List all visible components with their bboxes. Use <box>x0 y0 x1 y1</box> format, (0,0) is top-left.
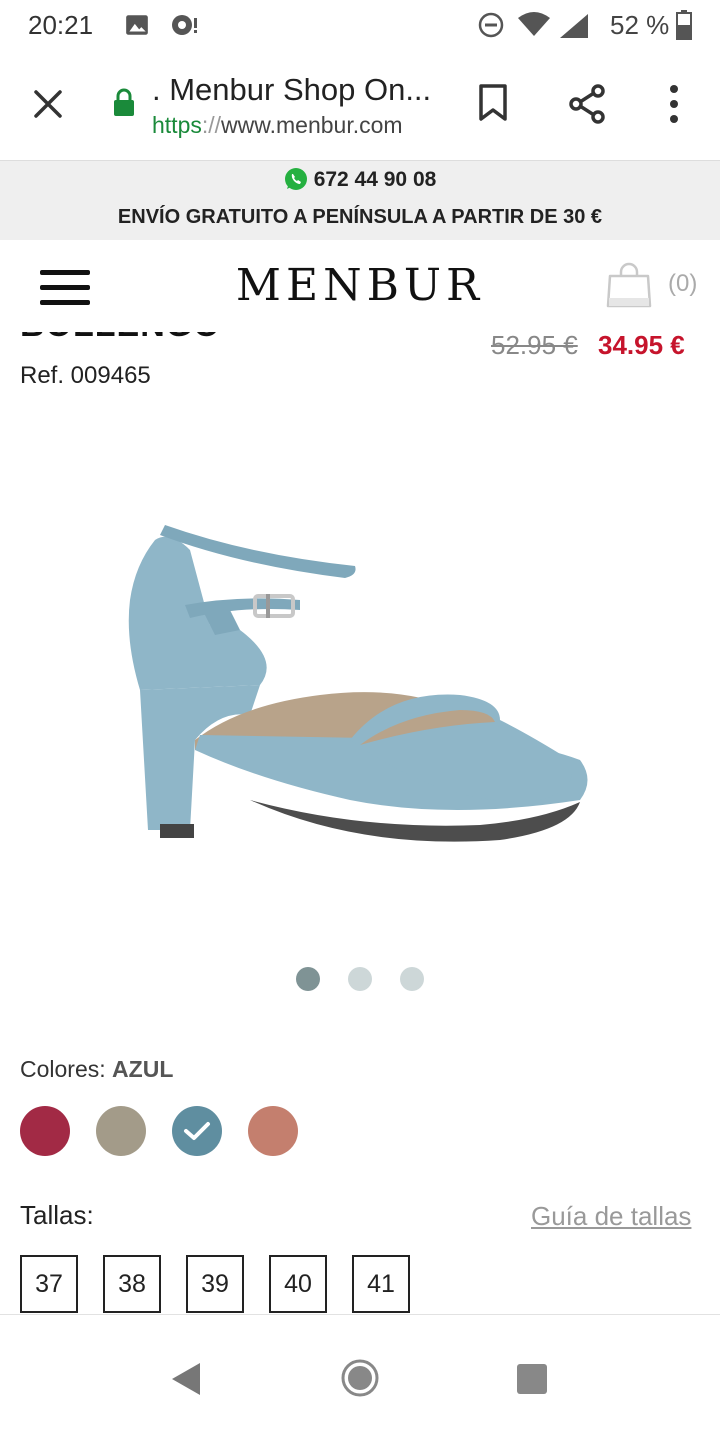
color-swatch[interactable] <box>172 1106 222 1156</box>
podcast-icon <box>172 15 197 35</box>
old-price: 52.95 € <box>491 330 578 360</box>
gallery-dot[interactable] <box>296 967 320 991</box>
url-separator: :// <box>201 112 222 138</box>
colors-label-text: Colores: <box>20 1056 106 1082</box>
product-image[interactable] <box>100 510 600 860</box>
image-icon <box>126 15 148 35</box>
phone-number: 672 44 90 08 <box>313 168 437 191</box>
battery-icon <box>676 10 692 40</box>
close-icon[interactable] <box>32 88 64 120</box>
selected-color: AZUL <box>112 1056 174 1082</box>
size-guide-link[interactable]: Guía de tallas <box>531 1201 691 1232</box>
more-vert-icon[interactable] <box>668 84 680 124</box>
color-swatch[interactable] <box>20 1106 70 1156</box>
color-swatch[interactable] <box>248 1106 298 1156</box>
check-icon <box>184 1122 210 1140</box>
shopping-bag-icon[interactable] <box>606 262 652 308</box>
browser-toolbar: . Menbur Shop On... https://www.menbur.c… <box>0 50 720 161</box>
colors-label: Colores: AZUL <box>20 1056 173 1083</box>
size-option[interactable]: 37 <box>20 1255 78 1313</box>
color-swatch[interactable] <box>96 1106 146 1156</box>
free-shipping-text: ENVÍO GRATUITO A PENÍNSULA A PARTIR DE 3… <box>117 206 603 228</box>
whatsapp-icon <box>284 168 307 190</box>
home-icon[interactable] <box>341 1359 379 1397</box>
status-bar: 20:21 52 % <box>0 0 720 50</box>
lock-icon <box>114 88 134 116</box>
sale-price: 34.95 € <box>598 330 685 360</box>
product-name: BOLLENGO <box>20 332 221 345</box>
cart-count[interactable]: (0) <box>668 270 697 298</box>
sizes-label: Tallas: <box>20 1200 94 1230</box>
url-scheme: https <box>152 112 202 138</box>
dnd-icon <box>478 12 504 38</box>
share-icon[interactable] <box>568 84 608 124</box>
whatsapp-phone[interactable]: 672 44 90 08 <box>0 167 720 192</box>
url-text[interactable]: https://www.menbur.com <box>152 112 403 139</box>
page-title[interactable]: . Menbur Shop On... <box>152 72 431 108</box>
size-option[interactable]: 38 <box>103 1255 161 1313</box>
size-option[interactable]: 39 <box>186 1255 244 1313</box>
back-icon[interactable] <box>170 1361 202 1397</box>
size-option[interactable]: 41 <box>352 1255 410 1313</box>
system-nav-bar <box>0 1314 720 1441</box>
bookmark-icon[interactable] <box>478 83 508 123</box>
status-time: 20:21 <box>28 10 94 40</box>
signal-icon <box>560 14 588 38</box>
url-host: www.menbur.com <box>221 112 403 138</box>
size-option[interactable]: 40 <box>269 1255 327 1313</box>
gallery-dot[interactable] <box>348 967 372 991</box>
wifi-icon <box>518 12 550 36</box>
product-reference: Ref. 009465 <box>20 362 151 389</box>
promo-banner: 672 44 90 08 ENVÍO GRATUITO A PENÍNSULA … <box>0 161 720 240</box>
recents-icon[interactable] <box>516 1363 548 1395</box>
site-header: MENBUR (0) <box>0 240 720 332</box>
battery-percent: 52 % <box>610 10 670 40</box>
gallery-dot[interactable] <box>400 967 424 991</box>
